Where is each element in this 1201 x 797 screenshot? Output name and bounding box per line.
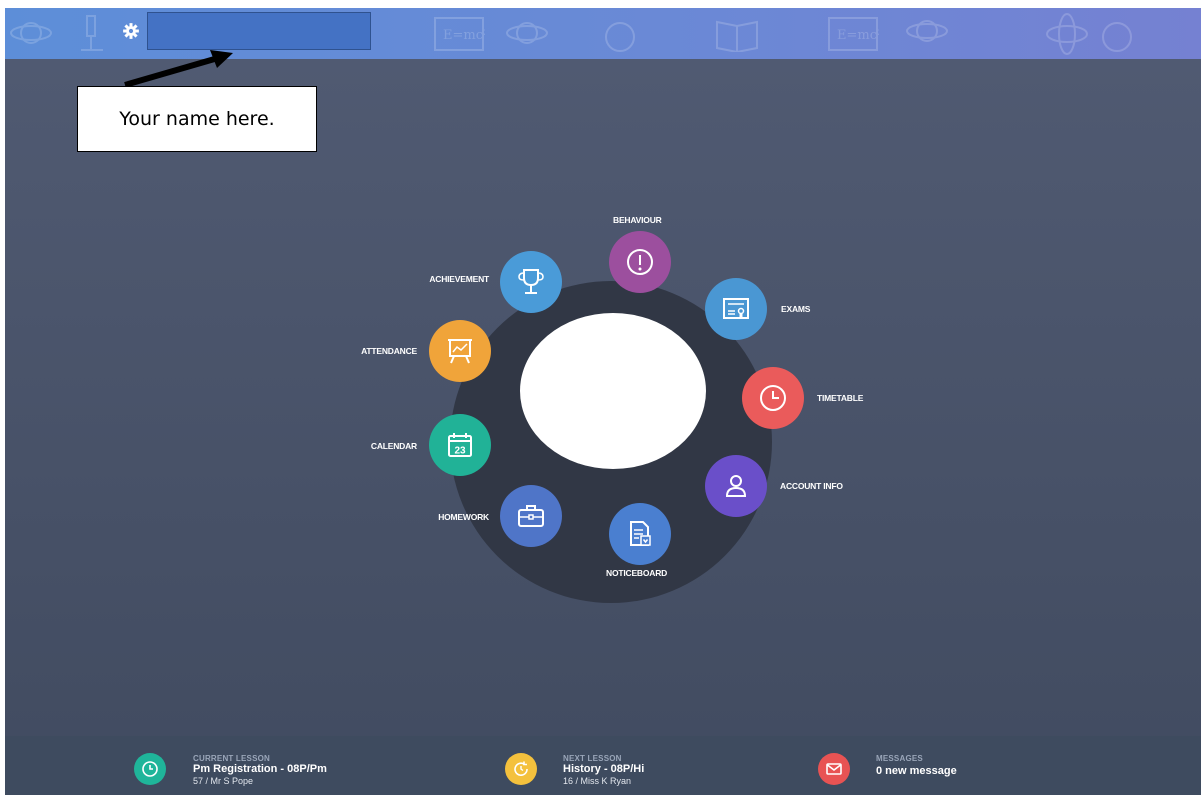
next-lesson-room-teacher: 16 / Miss K Ryan xyxy=(563,776,632,786)
top-bar: E=mc² E=mc² xyxy=(5,8,1201,59)
atom-doodle-icon xyxy=(1046,13,1088,55)
formula-doodle-icon: E=mc² xyxy=(828,17,879,51)
user-name-box[interactable] xyxy=(147,12,371,50)
book-doodle-icon xyxy=(716,20,758,52)
messages-button[interactable] xyxy=(818,753,850,785)
menu-hub xyxy=(520,313,706,469)
briefcase-icon xyxy=(518,505,544,527)
account-info-label[interactable]: ACCOUNT INFO xyxy=(780,481,843,491)
homework-label[interactable]: HOMEWORK xyxy=(425,512,489,522)
achievement-label[interactable]: ACHIEVEMENT xyxy=(405,274,489,284)
presentation-chart-icon xyxy=(448,339,472,364)
document-download-icon xyxy=(630,521,651,546)
bulb-doodle-icon xyxy=(1102,22,1132,52)
calendar-label[interactable]: CALENDAR xyxy=(353,441,417,451)
certificate-icon xyxy=(723,298,749,319)
noticeboard-label[interactable]: NOTICEBOARD xyxy=(606,568,667,578)
exclamation-circle-icon xyxy=(627,249,653,275)
homework-button[interactable] xyxy=(500,485,562,547)
attendance-label[interactable]: ATTENDANCE xyxy=(341,346,417,356)
bottom-status-bar: CURRENT LESSON Pm Registration - 08P/Pm … xyxy=(5,736,1201,795)
planet-doodle-icon xyxy=(10,22,52,44)
bulb-doodle-icon xyxy=(605,22,635,52)
messages-caption: MESSAGES xyxy=(876,754,923,763)
svg-text:E=mc²: E=mc² xyxy=(837,28,879,43)
calendar-day: 23 xyxy=(454,446,466,457)
next-lesson-title[interactable]: History - 08P/Hi xyxy=(563,763,644,775)
clock-icon xyxy=(760,385,786,411)
app-window: E=mc² E=mc² Your name here. BEHAVIOUR EX… xyxy=(5,8,1201,795)
calendar-button[interactable]: 23 xyxy=(429,414,491,476)
current-lesson-caption: CURRENT LESSON xyxy=(193,754,271,763)
behaviour-button[interactable] xyxy=(609,231,671,293)
achievement-button[interactable] xyxy=(500,251,562,313)
calendar-icon: 23 xyxy=(448,433,472,457)
current-lesson-button[interactable] xyxy=(134,753,166,785)
exams-button[interactable] xyxy=(705,278,767,340)
noticeboard-button[interactable] xyxy=(609,503,671,565)
microscope-doodle-icon xyxy=(81,15,103,51)
envelope-icon xyxy=(826,763,842,775)
callout-text: Your name here. xyxy=(119,108,275,130)
exams-label[interactable]: EXAMS xyxy=(781,304,810,314)
current-lesson-room-teacher: 57 / Mr S Pope xyxy=(193,776,254,786)
trophy-icon xyxy=(518,269,544,294)
current-lesson-title[interactable]: Pm Registration - 08P/Pm xyxy=(193,763,327,775)
timetable-button[interactable] xyxy=(742,367,804,429)
user-icon xyxy=(725,475,747,497)
refresh-clock-icon xyxy=(514,761,528,776)
behaviour-label[interactable]: BEHAVIOUR xyxy=(613,215,662,225)
timetable-label[interactable]: TIMETABLE xyxy=(817,393,863,403)
next-lesson-caption: NEXT LESSON xyxy=(563,754,622,763)
next-lesson-button[interactable] xyxy=(505,753,537,785)
gear-icon[interactable] xyxy=(122,22,140,40)
callout-box: Your name here. xyxy=(77,86,317,152)
messages-count[interactable]: 0 new message xyxy=(876,765,957,777)
svg-text:E=mc²: E=mc² xyxy=(443,28,485,43)
planet-doodle-icon xyxy=(906,20,948,42)
clock-icon xyxy=(142,761,158,777)
formula-doodle-icon: E=mc² xyxy=(434,17,485,51)
attendance-button[interactable] xyxy=(429,320,491,382)
planet-doodle-icon xyxy=(506,22,548,44)
account-info-button[interactable] xyxy=(705,455,767,517)
